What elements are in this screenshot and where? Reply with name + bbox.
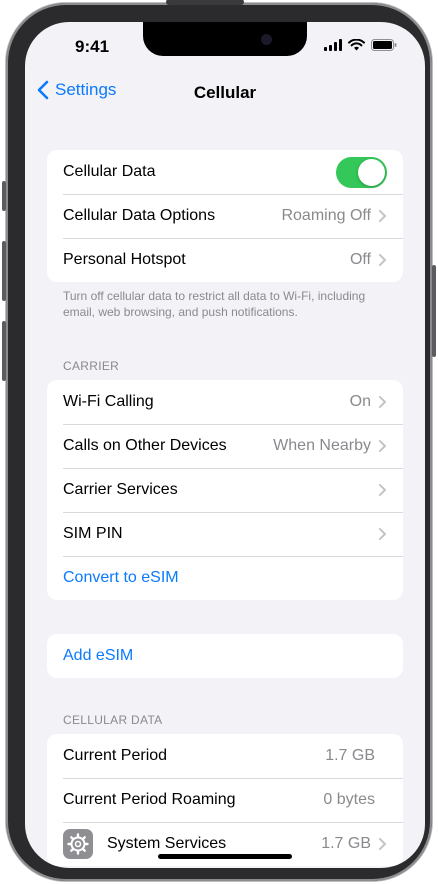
toggle-knob — [358, 158, 385, 186]
convert-esim-row[interactable]: Convert to eSIM — [47, 556, 403, 600]
screen: 9:41 Settings Cellular Cellular Data Cel… — [25, 22, 425, 868]
cellular-usage-group: Current Period 1.7 GB Current Period Roa… — [47, 734, 403, 866]
cellular-data-row: Cellular Data — [47, 150, 403, 194]
cellular-data-group: Cellular Data Cellular Data Options Roam… — [47, 150, 403, 282]
battery-icon — [371, 39, 397, 51]
cellular-data-options-row[interactable]: Cellular Data Options Roaming Off — [47, 194, 403, 238]
current-period-value: 1.7 GB — [325, 747, 375, 764]
personal-hotspot-value: Off — [349, 251, 371, 268]
calls-other-devices-row[interactable]: Calls on Other Devices When Nearby — [47, 424, 403, 468]
add-esim-label: Add eSIM — [63, 647, 134, 664]
phone-frame: 9:41 Settings Cellular Cellular Data Cel… — [2, 0, 436, 881]
cellular-data-options-label: Cellular Data Options — [63, 207, 216, 224]
add-esim-group: Add eSIM — [47, 634, 403, 678]
cellular-data-options-value: Roaming Off — [281, 207, 371, 224]
volume-up-button — [2, 241, 6, 301]
wifi-calling-row[interactable]: Wi-Fi Calling On — [47, 380, 403, 424]
current-period-row: Current Period 1.7 GB — [47, 734, 403, 778]
cellular-data-label: Cellular Data — [63, 163, 156, 180]
status-time: 9:41 — [75, 37, 110, 56]
system-services-tile — [63, 829, 93, 859]
system-services-row[interactable]: System Services 1.7 GB — [47, 822, 403, 866]
current-period-roaming-value: 0 bytes — [323, 791, 375, 808]
volume-down-button — [2, 321, 6, 381]
carrier-services-row[interactable]: Carrier Services — [47, 468, 403, 512]
chevron-right-icon — [379, 396, 386, 408]
calls-other-devices-label: Calls on Other Devices — [63, 437, 227, 454]
sim-pin-row[interactable]: SIM PIN — [47, 512, 403, 556]
carrier-group: Wi-Fi Calling On Calls on Other Devices … — [47, 380, 403, 600]
system-services-label: System Services — [107, 835, 227, 852]
wifi-icon — [348, 39, 365, 51]
home-indicator[interactable] — [158, 854, 292, 859]
convert-esim-label: Convert to eSIM — [63, 569, 179, 586]
current-period-roaming-row: Current Period Roaming 0 bytes — [47, 778, 403, 822]
current-period-roaming-label: Current Period Roaming — [63, 791, 236, 808]
page-title: Cellular — [193, 83, 257, 102]
silent-switch — [2, 181, 6, 211]
carrier-header: CARRIER — [63, 359, 120, 373]
chevron-right-icon — [379, 440, 386, 452]
chevron-right-icon — [379, 254, 386, 266]
status-icons — [324, 39, 397, 51]
wifi-calling-label: Wi-Fi Calling — [63, 393, 154, 410]
system-services-value: 1.7 GB — [321, 835, 371, 852]
chevron-right-icon — [379, 838, 386, 850]
personal-hotspot-row[interactable]: Personal Hotspot Off — [47, 238, 403, 282]
chevron-right-icon — [379, 210, 386, 222]
camera — [261, 34, 272, 45]
personal-hotspot-label: Personal Hotspot — [63, 251, 186, 268]
notch — [143, 22, 307, 56]
calls-other-devices-value: When Nearby — [273, 437, 371, 454]
carrier-services-label: Carrier Services — [63, 481, 178, 498]
cellular-data-toggle[interactable] — [336, 156, 387, 188]
power-button — [432, 265, 436, 357]
sim-pin-label: SIM PIN — [63, 525, 123, 542]
chevron-right-icon — [379, 528, 386, 540]
cellular-data-footnote: Turn off cellular data to restrict all d… — [63, 289, 366, 319]
top-speaker — [166, 0, 244, 5]
signal-icon — [324, 39, 342, 51]
add-esim-row[interactable]: Add eSIM — [47, 634, 403, 678]
chevron-right-icon — [379, 484, 386, 496]
wifi-calling-value: On — [349, 393, 371, 410]
gear-icon — [67, 833, 89, 855]
cellular-data-header: CELLULAR DATA — [63, 713, 163, 727]
current-period-label: Current Period — [63, 747, 168, 764]
